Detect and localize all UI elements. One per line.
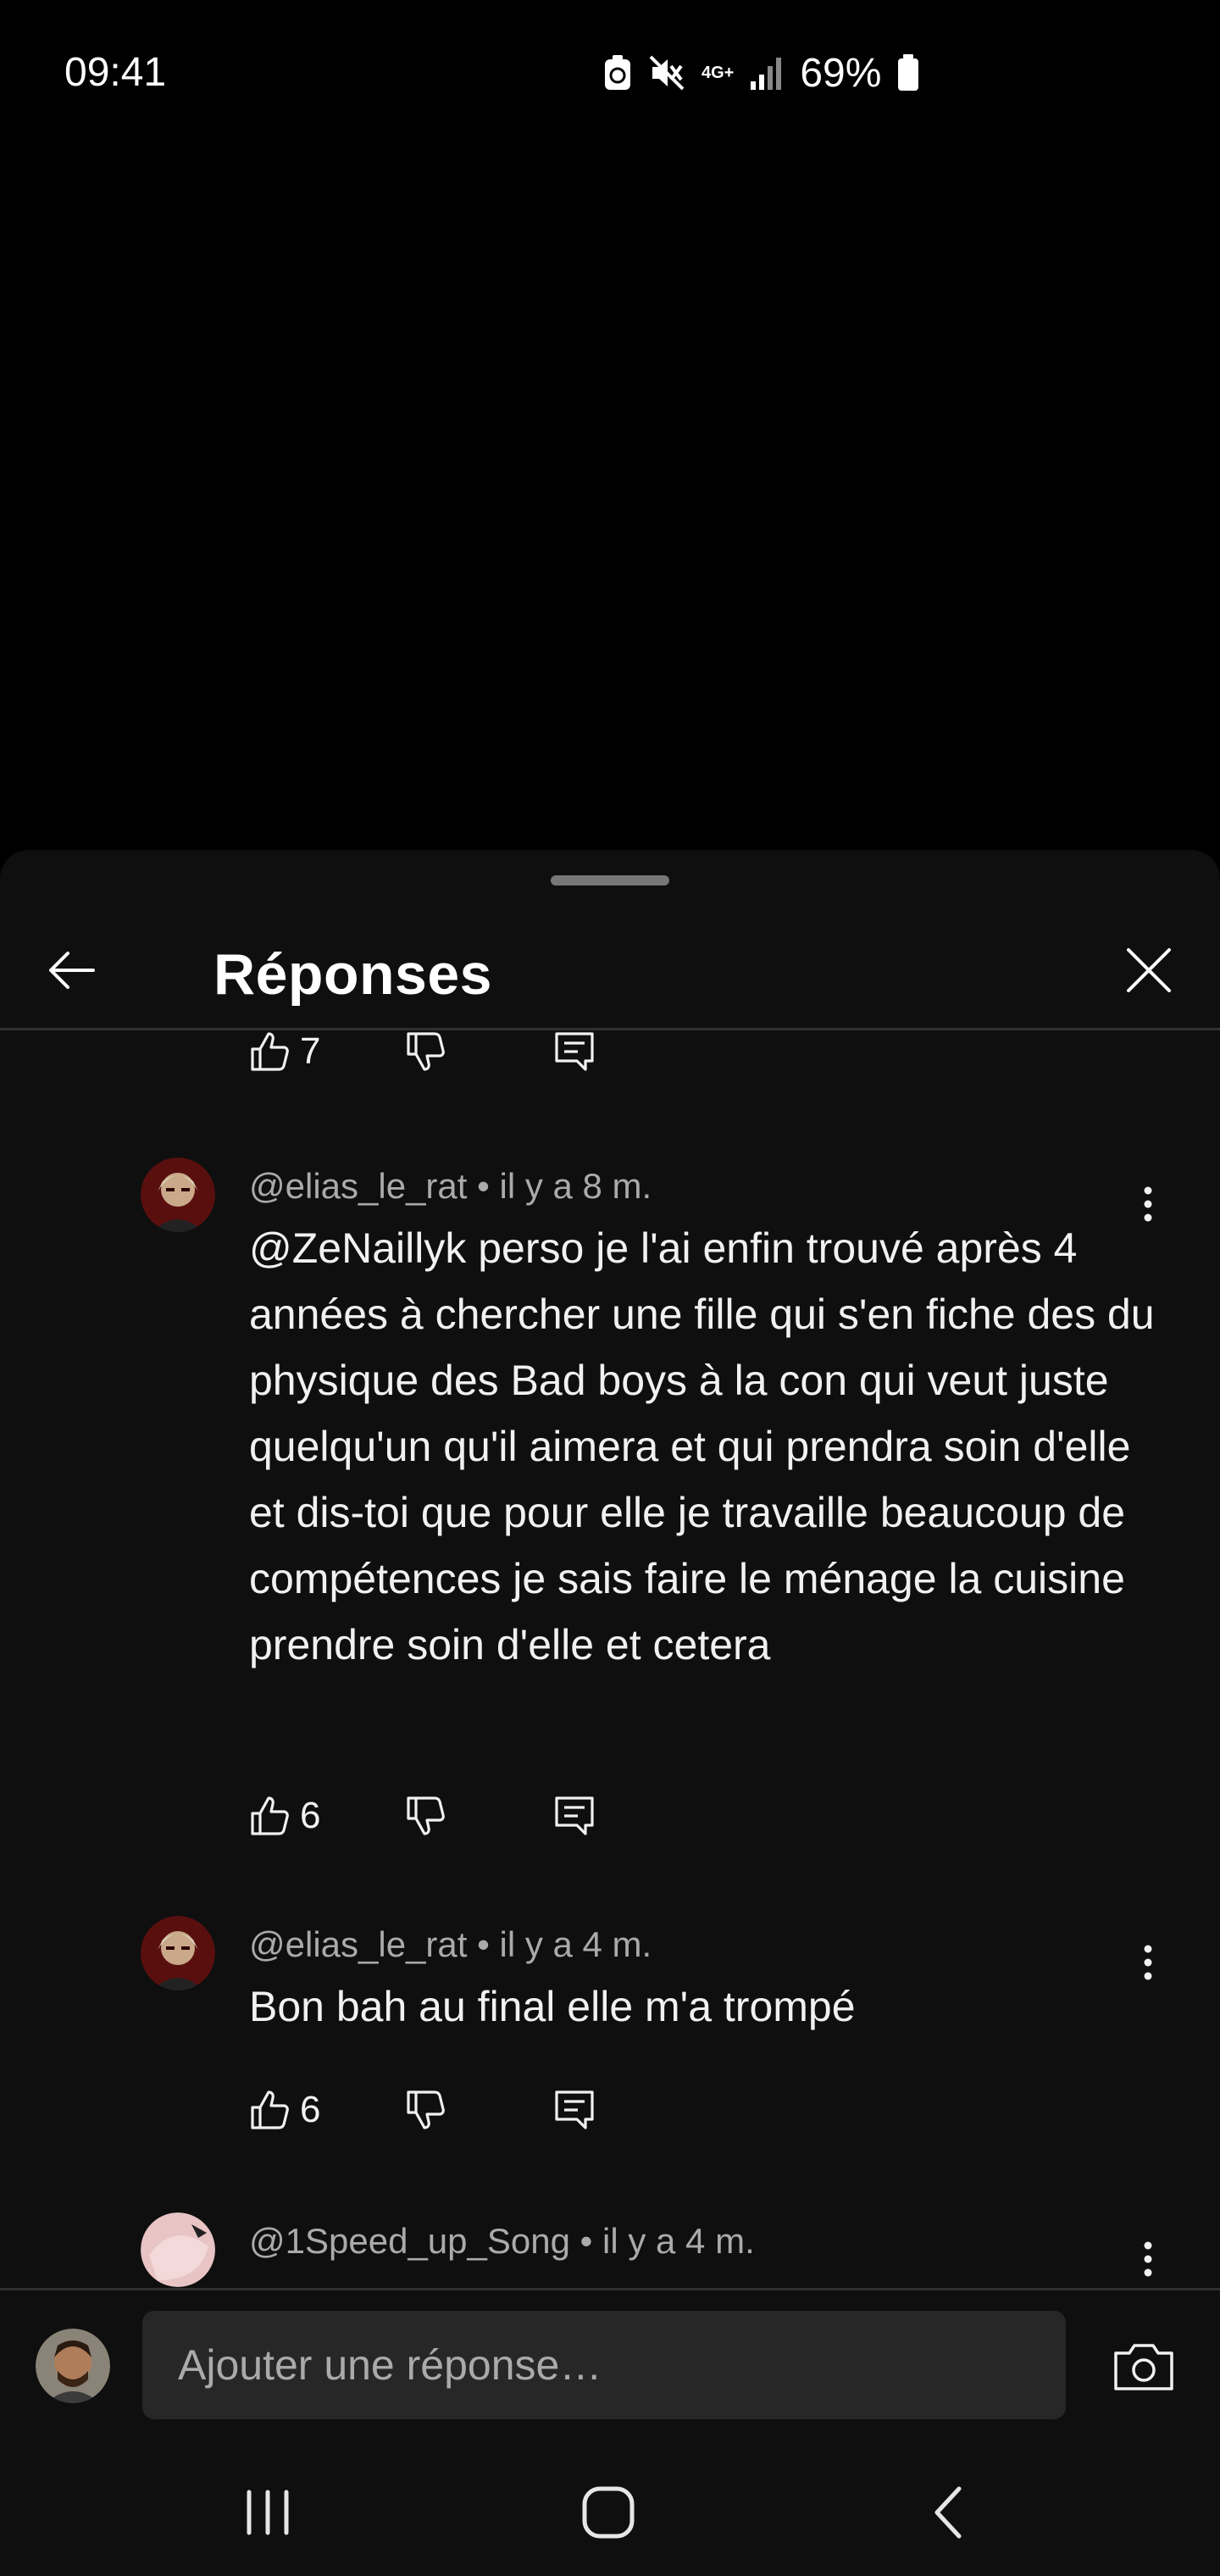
comment-actions: 7 bbox=[249, 1030, 596, 1081]
comment-actions: 6 bbox=[249, 2080, 596, 2140]
system-nav-bar bbox=[0, 2449, 1220, 2576]
comment-text: @ZeNaillyk perso je l'ai enfin trouvé ap… bbox=[249, 1224, 1155, 1668]
reply-input[interactable] bbox=[142, 2311, 1066, 2419]
comment-text: Bon bah au final elle m'a trompé bbox=[249, 1983, 856, 2030]
like-button[interactable]: 6 bbox=[249, 1795, 320, 1837]
thumbs-down-icon bbox=[407, 1032, 446, 1071]
user-avatar bbox=[36, 2329, 110, 2403]
thumbs-down-icon bbox=[407, 2090, 446, 2129]
comments-list[interactable]: 7 @elias_le_rat • il y a 8 m. @ZeNaillyk… bbox=[0, 1030, 1220, 2290]
like-count: 6 bbox=[300, 2089, 321, 2130]
close-icon bbox=[1127, 948, 1171, 992]
chevron-left-icon bbox=[934, 2486, 962, 2539]
comment-author[interactable]: @1Speed_up_Song bbox=[249, 2221, 570, 2261]
data-saver-icon bbox=[603, 54, 632, 92]
comment-icon bbox=[555, 1796, 595, 1835]
status-icons: 4G+ 69% bbox=[603, 49, 920, 97]
avatar[interactable] bbox=[141, 1916, 215, 1990]
reply-bar bbox=[0, 2288, 1220, 2451]
like-count: 7 bbox=[300, 1030, 321, 1072]
dislike-button[interactable] bbox=[405, 1030, 447, 1073]
arrow-left-icon bbox=[49, 952, 95, 989]
reply-button[interactable] bbox=[553, 1795, 596, 1837]
like-button[interactable]: 6 bbox=[249, 2089, 320, 2131]
comment-time: il y a 4 m. bbox=[602, 2221, 755, 2261]
page-title: Réponses bbox=[214, 942, 492, 1007]
status-time: 09:41 bbox=[64, 50, 167, 95]
reply-button[interactable] bbox=[553, 2089, 596, 2131]
thumbs-down-icon bbox=[407, 1796, 446, 1835]
camera-icon bbox=[1114, 2344, 1173, 2390]
drag-handle[interactable] bbox=[551, 875, 669, 886]
comment-author[interactable]: @elias_le_rat bbox=[249, 1924, 467, 1964]
thumbs-up-icon bbox=[251, 1796, 289, 1835]
comment-icon bbox=[555, 1032, 595, 1071]
camera-button[interactable] bbox=[1103, 2326, 1184, 2407]
battery-text: 69% bbox=[800, 50, 882, 96]
sheet-header: Réponses bbox=[0, 904, 1220, 1031]
close-button[interactable] bbox=[1108, 930, 1190, 1011]
like-count: 6 bbox=[300, 1795, 321, 1836]
meta-separator: • bbox=[477, 1166, 490, 1206]
comment-meta: @elias_le_rat • il y a 8 m. bbox=[249, 1166, 652, 1207]
dislike-button[interactable] bbox=[405, 1795, 447, 1837]
signal-icon bbox=[749, 54, 783, 92]
thumbs-up-icon bbox=[251, 1032, 289, 1071]
meta-separator: • bbox=[477, 1924, 490, 1964]
reply-button[interactable] bbox=[553, 1030, 596, 1073]
dislike-button[interactable] bbox=[405, 2089, 447, 2131]
comment-meta: @1Speed_up_Song • il y a 4 m. bbox=[249, 2221, 755, 2262]
back-button[interactable] bbox=[30, 930, 112, 1011]
recents-icon bbox=[247, 2490, 289, 2535]
like-button[interactable]: 7 bbox=[249, 1030, 320, 1073]
network-type-icon: 4G+ bbox=[702, 64, 735, 82]
nav-home-button[interactable] bbox=[557, 2466, 659, 2559]
comment-icon bbox=[555, 2090, 595, 2129]
status-bar: 09:41 4G+ 69% bbox=[0, 0, 1220, 146]
battery-icon bbox=[896, 53, 920, 92]
thumbs-up-icon bbox=[251, 2090, 289, 2129]
avatar[interactable] bbox=[141, 2212, 215, 2287]
comment-author[interactable]: @elias_le_rat bbox=[249, 1166, 467, 1206]
comment-time: il y a 4 m. bbox=[499, 1924, 652, 1964]
home-icon bbox=[582, 2486, 635, 2539]
comment-meta: @elias_le_rat • il y a 4 m. bbox=[249, 1924, 652, 1965]
comment-time: il y a 8 m. bbox=[499, 1166, 652, 1206]
more-options-button[interactable] bbox=[1127, 2229, 1169, 2289]
avatar[interactable] bbox=[141, 1158, 215, 1232]
mute-icon bbox=[647, 53, 686, 92]
nav-recents-button[interactable] bbox=[217, 2466, 319, 2559]
more-vert-icon bbox=[1144, 2241, 1152, 2277]
meta-separator: • bbox=[580, 2221, 593, 2261]
comment-actions: 6 bbox=[249, 1786, 596, 1846]
nav-back-button[interactable] bbox=[896, 2466, 998, 2559]
replies-sheet: Réponses 7 @elias_le_rat • il y a 8 m. @… bbox=[0, 850, 1220, 2576]
